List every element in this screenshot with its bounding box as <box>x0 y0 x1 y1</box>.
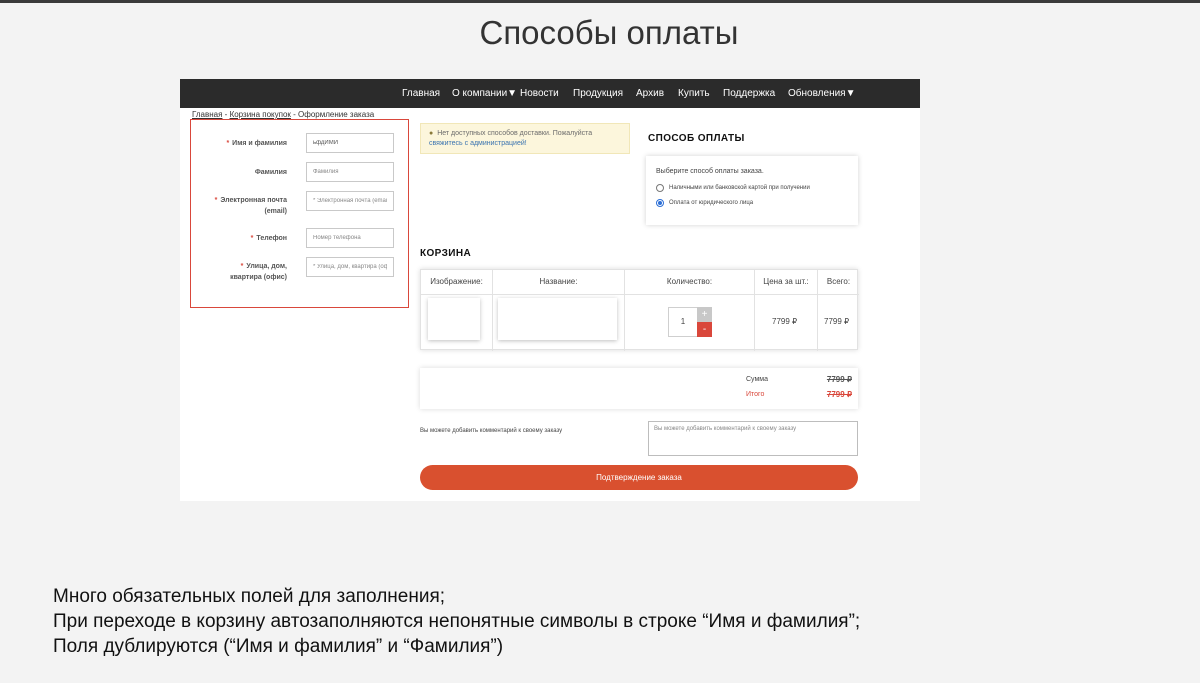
note-line: Поля дублируются (“Имя и фамилия” и “Фам… <box>53 636 504 657</box>
breadcrumb-separator: - <box>290 110 299 119</box>
cart-table: Изображение: Название: Количество: Цена … <box>420 269 859 351</box>
total-label: Итого <box>746 391 765 398</box>
name-label-text: Имя и фамилия <box>232 140 287 147</box>
payment-option-cash-card[interactable]: Наличными или банковской картой при полу… <box>656 184 810 192</box>
required-mark: * <box>240 263 244 270</box>
payment-option-label: Оплата от юридического лица <box>669 200 754 206</box>
nav-item-about[interactable]: О компании▼ <box>452 79 517 108</box>
required-mark: * <box>250 235 254 242</box>
column-header-unit-price: Цена за шт.: <box>763 277 809 286</box>
confirm-order-button[interactable]: Подтверждение заказа <box>420 465 858 490</box>
column-header-total: Всего: <box>826 277 851 286</box>
nav-item-products[interactable]: Продукция <box>573 79 623 108</box>
sum-label: Сумма <box>746 376 768 383</box>
delivery-alert: ● Нет доступных способов доставки. Пожал… <box>420 123 630 154</box>
unit-price: 7799 ₽ <box>772 317 798 326</box>
table-divider <box>817 270 818 351</box>
phone-input[interactable] <box>306 228 394 248</box>
note-line: При переходе в корзину автозаполняются н… <box>53 611 861 632</box>
sum-value: 7799 ₽ <box>826 375 852 384</box>
breadcrumb-home[interactable]: Главная <box>192 110 222 119</box>
order-totals: Сумма 7799 ₽ Итого 7799 ₽ <box>420 368 858 409</box>
surname-label: Фамилия <box>255 167 287 178</box>
name-input[interactable] <box>306 133 394 153</box>
name-label: * Имя и фамилия <box>226 138 287 149</box>
column-header-quantity: Количество: <box>666 277 713 286</box>
column-header-name: Название: <box>539 277 578 286</box>
highlighted-contact-form: *Имя и фамилия Фамилия *Электронная почт… <box>190 119 409 308</box>
alert-text: Нет доступных способов доставки. Пожалуй… <box>437 130 593 137</box>
email-label: * Электронная почта (email) <box>215 195 287 217</box>
nav-item-home[interactable]: Главная <box>402 79 440 108</box>
surname-label-text: Фамилия <box>254 169 287 176</box>
comment-label: Вы можете добавить комментарий к своему … <box>420 428 563 434</box>
phone-label: * Телефон <box>251 233 287 244</box>
slide-title: Способы оплаты <box>479 14 739 51</box>
required-mark: * <box>214 197 218 204</box>
comment-textarea[interactable] <box>648 421 858 456</box>
breadcrumb-separator: - <box>222 110 230 119</box>
note-line: Много обязательных полей для заполнения; <box>53 586 446 607</box>
radio-button[interactable] <box>656 184 664 192</box>
quantity-increase-button[interactable]: + <box>697 307 712 322</box>
nav-item-updates[interactable]: Обновления▼ <box>788 79 856 108</box>
quantity-input[interactable]: 1 <box>668 307 698 337</box>
email-label-text: Электронная почта <box>220 197 287 204</box>
payment-hint: Выберите способ оплаты заказа. <box>656 168 764 175</box>
contact-admin-link[interactable]: свяжитесь с администрацией! <box>429 140 527 147</box>
table-divider <box>421 294 859 295</box>
email-label-suffix: (email) <box>264 208 287 215</box>
table-divider <box>754 270 755 351</box>
address-input[interactable] <box>306 257 394 277</box>
breadcrumb-current: Оформление заказа <box>298 110 375 119</box>
total-value: 7799 ₽ <box>826 390 852 399</box>
payment-section-title: СПОСОБ ОПЛАТЫ <box>648 133 745 144</box>
required-mark: * <box>226 140 230 147</box>
column-header-image: Изображение: <box>430 277 483 286</box>
slide-top-border <box>0 0 1200 3</box>
radio-button-selected[interactable] <box>656 199 664 207</box>
address-label: * Улица, дом, квартира (офис) <box>230 261 287 283</box>
nav-item-buy[interactable]: Купить <box>678 79 710 108</box>
phone-label-text: Телефон <box>256 235 287 242</box>
nav-item-news[interactable]: Новости <box>520 79 559 108</box>
cart-section-title: КОРЗИНА <box>420 248 472 259</box>
table-divider <box>624 270 625 351</box>
row-total: 7799 ₽ <box>824 317 850 326</box>
payment-option-legal-entity[interactable]: Оплата от юридического лица <box>656 199 753 207</box>
website-screenshot: Главная О компании▼ Новости Продукция Ар… <box>180 79 920 501</box>
address-label-text: Улица, дом, <box>246 263 287 270</box>
payment-methods-card: Выберите способ оплаты заказа. Наличными… <box>646 156 858 225</box>
address-label-suffix: квартира (офис) <box>230 274 287 281</box>
info-circle-icon: ● <box>429 130 434 137</box>
payment-option-label: Наличными или банковской картой при полу… <box>669 185 810 191</box>
slide-notes: Много обязательных полей для заполнения;… <box>53 584 860 659</box>
breadcrumb: Главная - Корзина покупок - Оформление з… <box>192 110 374 119</box>
top-navbar: Главная О компании▼ Новости Продукция Ар… <box>180 79 920 108</box>
surname-input[interactable] <box>306 162 394 182</box>
nav-item-support[interactable]: Поддержка <box>723 79 775 108</box>
breadcrumb-cart[interactable]: Корзина покупок <box>230 110 291 119</box>
quantity-decrease-button[interactable]: - <box>697 322 712 337</box>
product-image[interactable] <box>428 298 480 340</box>
nav-item-archive[interactable]: Архив <box>636 79 664 108</box>
email-input[interactable] <box>306 191 394 211</box>
product-name-placeholder[interactable] <box>498 298 617 340</box>
table-divider <box>492 270 493 351</box>
